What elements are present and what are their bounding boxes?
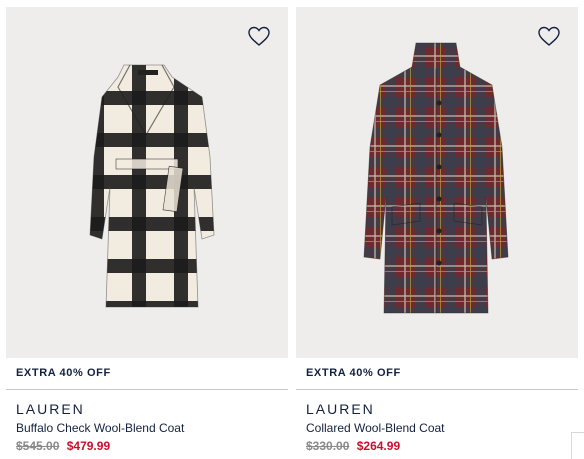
original-price: $330.00 <box>306 439 350 453</box>
heart-outline-icon[interactable] <box>537 25 561 47</box>
heart-outline-icon[interactable] <box>247 25 271 47</box>
product-grid: EXTRA 40% OFF LAUREN Buffalo Check Wool-… <box>0 0 584 459</box>
product-card[interactable]: EXTRA 40% OFF LAUREN Buffalo Check Wool-… <box>6 7 288 459</box>
product-image[interactable] <box>6 7 288 358</box>
price-block: $545.00 $479.99 <box>6 436 288 454</box>
product-name-link[interactable]: Buffalo Check Wool-Blend Coat <box>6 418 288 436</box>
scroll-edge <box>571 432 584 459</box>
brand-name: LAUREN <box>16 401 85 417</box>
buffalo-check-coat-image <box>89 64 215 308</box>
sale-price: $264.99 <box>356 439 401 453</box>
sale-price: $479.99 <box>66 439 111 453</box>
original-price: $545.00 <box>16 439 60 453</box>
product-name-link[interactable]: Collared Wool-Blend Coat <box>296 418 578 436</box>
plaid-collared-coat-image <box>363 42 509 314</box>
promo-label: EXTRA 40% OFF <box>6 358 288 390</box>
price-block: $330.00 $264.99 <box>296 436 578 454</box>
card-gutter <box>288 7 296 459</box>
promo-label: EXTRA 40% OFF <box>296 358 578 390</box>
brand-name: LAUREN <box>306 401 375 417</box>
product-card[interactable]: EXTRA 40% OFF LAUREN Collared Wool-Blend… <box>296 7 578 459</box>
product-image[interactable] <box>296 7 578 358</box>
